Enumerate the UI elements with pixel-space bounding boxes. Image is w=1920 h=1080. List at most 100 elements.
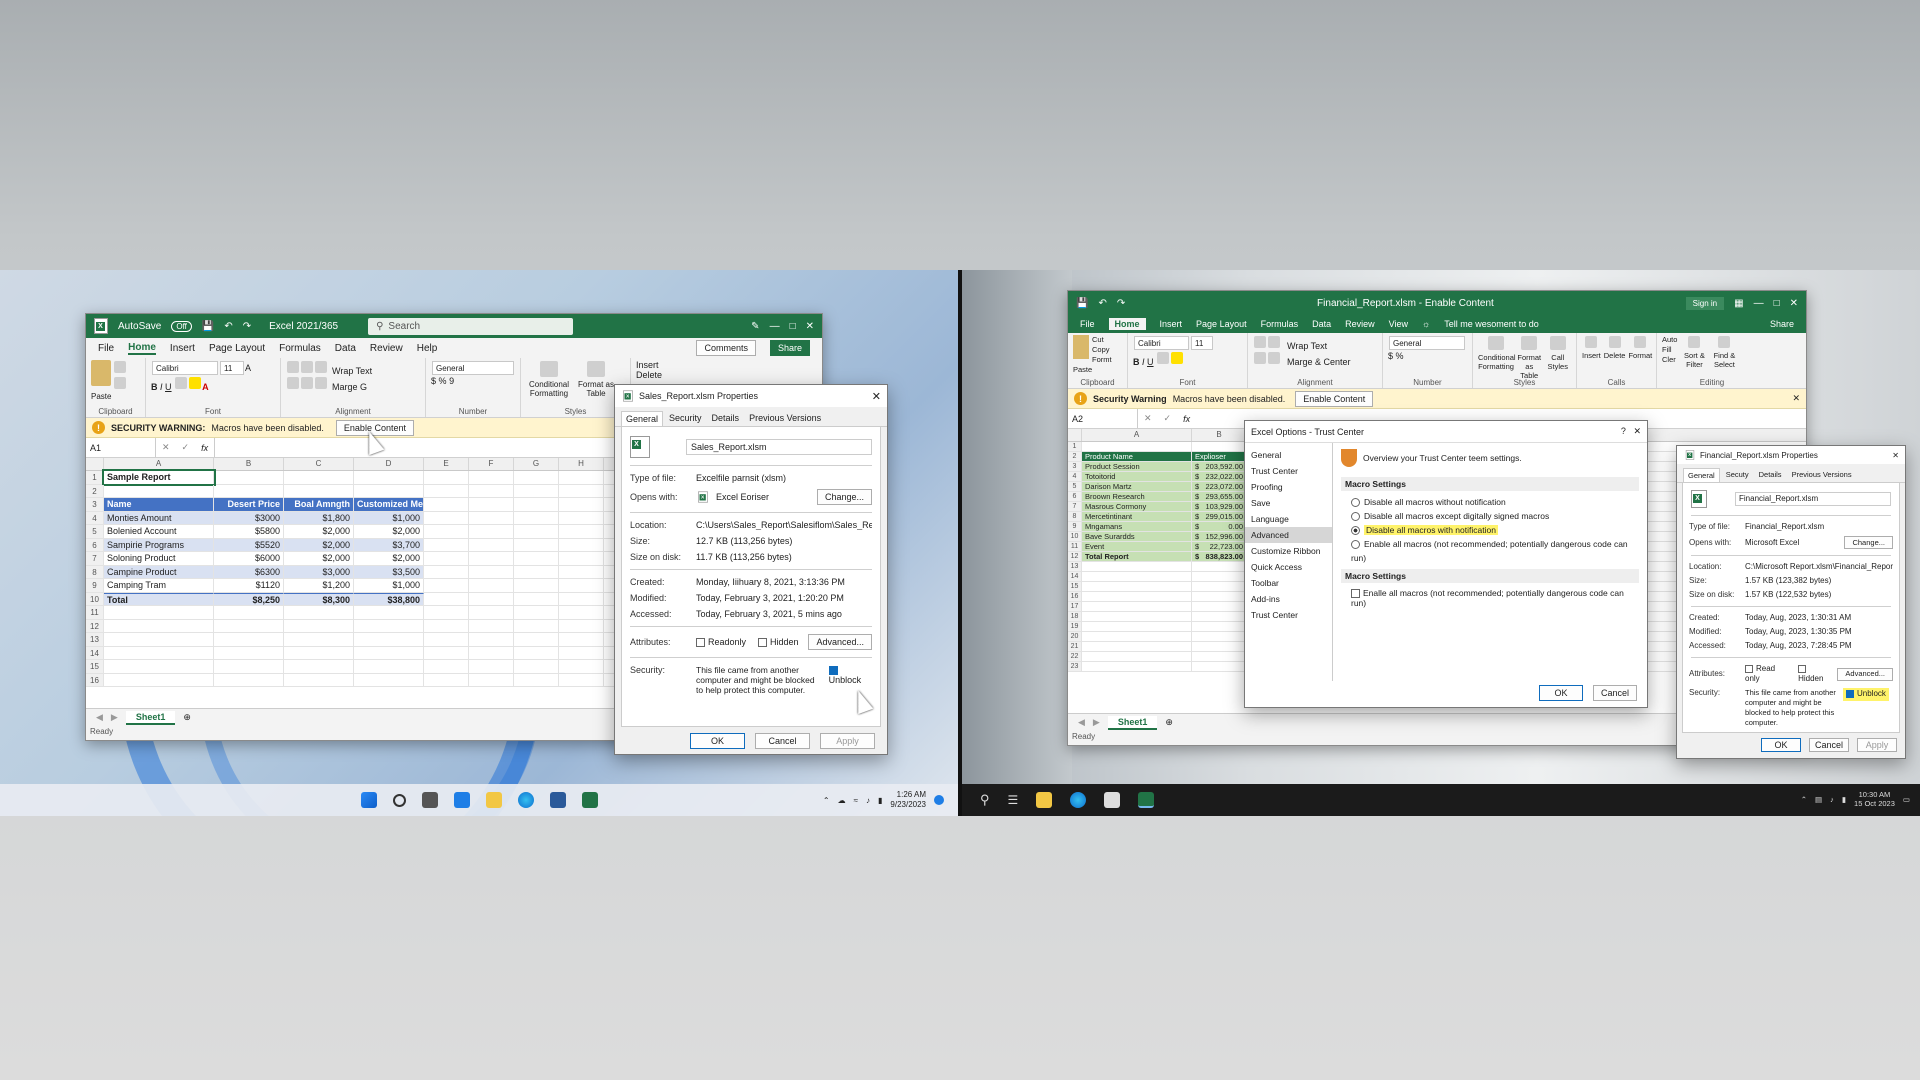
cell[interactable]: [104, 646, 214, 659]
cell[interactable]: [559, 538, 604, 551]
cell[interactable]: [469, 579, 514, 592]
column-header[interactable]: A: [104, 458, 214, 470]
tab-data[interactable]: Data: [1312, 319, 1331, 329]
tab-review[interactable]: Review: [1345, 319, 1375, 329]
options-nav-item[interactable]: Advanced: [1245, 527, 1332, 543]
cell[interactable]: [284, 619, 354, 632]
cell[interactable]: [1192, 592, 1247, 601]
change-button[interactable]: Change...: [1844, 536, 1893, 549]
cell[interactable]: Event: [1082, 542, 1192, 551]
tab-insert[interactable]: Insert: [1160, 319, 1183, 329]
bold-icon[interactable]: B: [151, 382, 158, 392]
cell[interactable]: [559, 592, 604, 605]
widgets-icon[interactable]: [453, 792, 470, 808]
tab-page-layout[interactable]: Page Layout: [209, 343, 265, 354]
cell[interactable]: [1192, 442, 1247, 451]
maximize-icon[interactable]: □: [1774, 298, 1780, 309]
border-icon[interactable]: [1157, 352, 1170, 364]
close-icon[interactable]: ✕: [1790, 298, 1798, 309]
cell[interactable]: $6000: [214, 552, 284, 565]
italic-icon[interactable]: I: [1142, 357, 1145, 367]
row-number[interactable]: 3: [86, 498, 104, 511]
cell[interactable]: [469, 592, 514, 605]
pen-icon[interactable]: ✎: [751, 321, 759, 332]
cut-icon[interactable]: [114, 361, 126, 373]
cell[interactable]: [469, 619, 514, 632]
autosave-toggle[interactable]: Off: [171, 320, 192, 332]
cell[interactable]: Desert Price: [214, 498, 284, 511]
cell[interactable]: [469, 565, 514, 578]
sheet-tab[interactable]: Sheet1: [125, 710, 176, 725]
cell[interactable]: [424, 619, 469, 632]
cell[interactable]: [559, 579, 604, 592]
fill-color-icon[interactable]: [1171, 352, 1184, 364]
undo-icon[interactable]: ↶: [1098, 298, 1106, 309]
cell[interactable]: [469, 538, 514, 551]
align-top-icon[interactable]: [1254, 336, 1266, 348]
filename-field[interactable]: Financial_Report.xlsm: [1735, 492, 1891, 506]
wrap-text-button[interactable]: Wrap Text: [332, 366, 372, 376]
minimize-icon[interactable]: —: [770, 321, 780, 332]
cell[interactable]: Mngamans: [1082, 522, 1192, 531]
cell[interactable]: [424, 592, 469, 605]
cell[interactable]: Name: [104, 498, 214, 511]
cell[interactable]: [284, 660, 354, 673]
row-number[interactable]: 4: [1068, 472, 1082, 481]
row-number[interactable]: 4: [86, 511, 104, 524]
close-icon[interactable]: ✕: [806, 321, 814, 332]
row-number[interactable]: 11: [86, 606, 104, 619]
tab-previous-versions[interactable]: Previous Versions: [745, 411, 825, 426]
column-header[interactable]: C: [284, 458, 354, 470]
cell[interactable]: [284, 646, 354, 659]
cell[interactable]: [1082, 592, 1192, 601]
ok-button[interactable]: OK: [1539, 685, 1583, 701]
column-header[interactable]: B: [1192, 429, 1247, 441]
cell[interactable]: [284, 471, 354, 484]
currency-icon[interactable]: $: [431, 376, 436, 386]
cell[interactable]: [514, 619, 559, 632]
row-number[interactable]: 17: [1068, 602, 1082, 611]
tab-data[interactable]: Data: [335, 343, 356, 354]
cell[interactable]: [284, 484, 354, 497]
insert-cells-button[interactable]: Insert: [636, 360, 659, 370]
tab-home[interactable]: Home: [128, 342, 156, 355]
cell[interactable]: [214, 660, 284, 673]
cell[interactable]: Customized Mength: [354, 498, 424, 511]
column-header[interactable]: F: [469, 458, 514, 470]
sort-filter-button[interactable]: Sort & Filter: [1681, 335, 1707, 369]
cell[interactable]: Explioser: [1192, 452, 1247, 461]
number-format-select[interactable]: General: [432, 361, 514, 375]
battery-icon[interactable]: ▮: [878, 796, 882, 805]
column-header[interactable]: G: [514, 458, 559, 470]
cell[interactable]: [214, 646, 284, 659]
row-number[interactable]: 1: [86, 471, 104, 484]
cell[interactable]: [514, 633, 559, 646]
find-select-button[interactable]: Find & Select: [1711, 335, 1737, 369]
cell[interactable]: Mercetintinant: [1082, 512, 1192, 521]
cancel-button[interactable]: Cancel: [755, 733, 810, 749]
tab-general[interactable]: General: [1683, 468, 1720, 482]
cell[interactable]: [469, 525, 514, 538]
align-left-icon[interactable]: [1254, 352, 1266, 364]
cell[interactable]: [424, 552, 469, 565]
cell[interactable]: $2,000: [284, 552, 354, 565]
prev-sheet-icon[interactable]: ◀: [1078, 717, 1085, 728]
cell[interactable]: [214, 619, 284, 632]
hidden-checkbox[interactable]: Hidden: [1798, 664, 1831, 684]
bold-icon[interactable]: B: [1133, 357, 1140, 367]
cell[interactable]: [1192, 662, 1247, 671]
cell[interactable]: $8,250: [214, 592, 284, 605]
cell[interactable]: [514, 579, 559, 592]
options-nav-item[interactable]: Language: [1245, 511, 1332, 527]
cell[interactable]: $2,000: [284, 525, 354, 538]
confirm-entry-icon[interactable]: ✓: [1158, 413, 1178, 424]
cell[interactable]: [559, 606, 604, 619]
readonly-checkbox[interactable]: Readonly: [696, 637, 746, 648]
number-format-select[interactable]: General: [1389, 336, 1465, 350]
cell[interactable]: [1082, 582, 1192, 591]
name-box[interactable]: A2: [1068, 409, 1138, 428]
cell[interactable]: $3000: [214, 511, 284, 524]
row-number[interactable]: 13: [86, 633, 104, 646]
cell[interactable]: $2,000: [284, 538, 354, 551]
excel-taskbar-icon[interactable]: [1138, 792, 1155, 808]
